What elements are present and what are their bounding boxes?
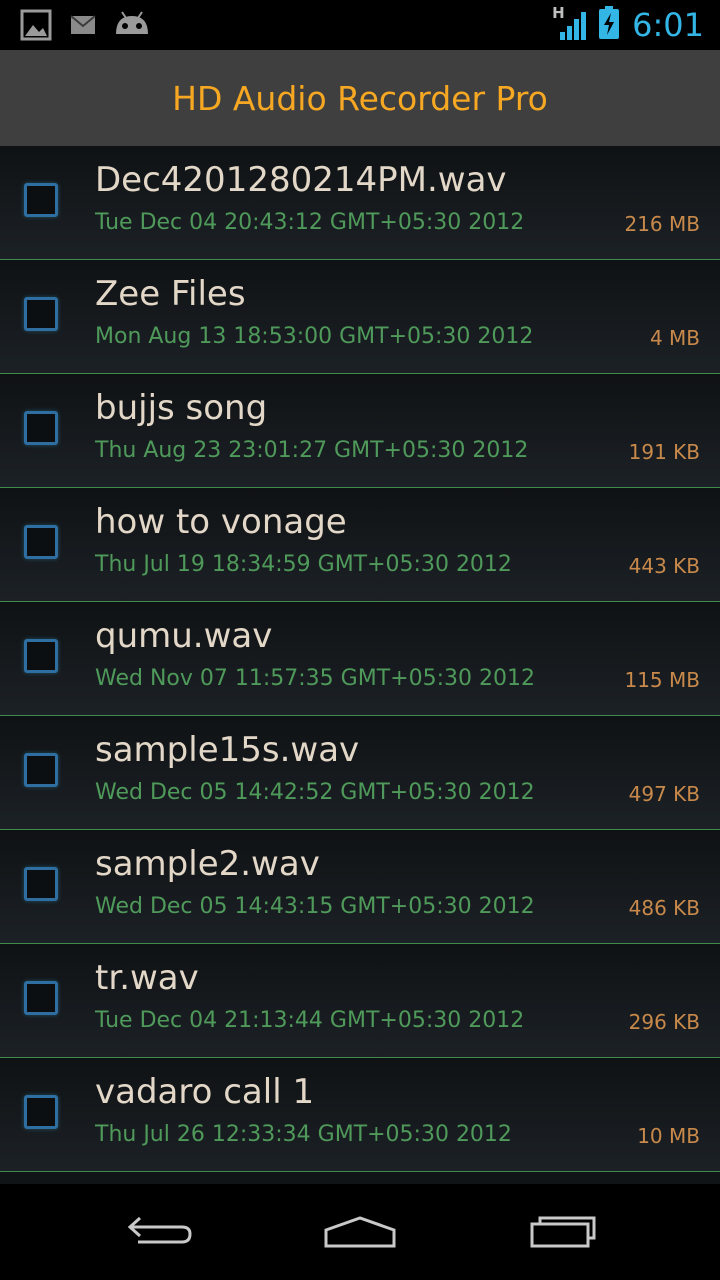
app-title: HD Audio Recorder Pro bbox=[172, 78, 548, 118]
file-row[interactable]: Zee Files Mon Aug 13 18:53:00 GMT+05:30 … bbox=[0, 260, 720, 374]
system-icons: H 6:01 bbox=[552, 4, 704, 44]
file-row[interactable]: how to vonage Thu Jul 19 18:34:59 GMT+05… bbox=[0, 488, 720, 602]
back-icon bbox=[124, 1210, 196, 1254]
file-checkbox[interactable] bbox=[24, 753, 58, 787]
file-size: 443 KB bbox=[628, 554, 700, 578]
home-button[interactable] bbox=[320, 1208, 400, 1256]
file-row[interactable]: bujjs song Thu Aug 23 23:01:27 GMT+05:30… bbox=[0, 374, 720, 488]
action-bar: HD Audio Recorder Pro bbox=[0, 50, 720, 146]
file-list[interactable]: Dec4201280214PM.wav Tue Dec 04 20:43:12 … bbox=[0, 146, 720, 1184]
file-date: Thu Jul 26 12:33:34 GMT+05:30 2012 bbox=[95, 1122, 512, 1147]
file-date: Wed Dec 05 14:43:15 GMT+05:30 2012 bbox=[95, 894, 535, 919]
android-icon bbox=[114, 10, 150, 44]
file-name: sample15s.wav bbox=[95, 730, 360, 770]
battery-charging-icon bbox=[598, 6, 620, 44]
file-checkbox[interactable] bbox=[24, 981, 58, 1015]
file-date: Mon Aug 13 18:53:00 GMT+05:30 2012 bbox=[95, 324, 534, 349]
file-checkbox[interactable] bbox=[24, 183, 58, 217]
gmail-icon bbox=[70, 14, 96, 40]
home-icon bbox=[322, 1210, 398, 1254]
file-size: 486 KB bbox=[628, 896, 700, 920]
file-size: 10 MB bbox=[637, 1124, 700, 1148]
file-name: Zee Files bbox=[95, 274, 246, 314]
status-bar: H 6:01 bbox=[0, 0, 720, 50]
file-checkbox[interactable] bbox=[24, 867, 58, 901]
file-name: tr.wav bbox=[95, 958, 199, 998]
file-checkbox[interactable] bbox=[24, 297, 58, 331]
file-size: 4 MB bbox=[649, 326, 700, 350]
file-checkbox[interactable] bbox=[24, 525, 58, 559]
file-row[interactable]: sample15s.wav Wed Dec 05 14:42:52 GMT+05… bbox=[0, 716, 720, 830]
file-name: qumu.wav bbox=[95, 616, 273, 656]
file-date: Wed Dec 05 14:42:52 GMT+05:30 2012 bbox=[95, 780, 535, 805]
file-size: 115 MB bbox=[624, 668, 700, 692]
file-size: 497 KB bbox=[628, 782, 700, 806]
file-date: Thu Jul 19 18:34:59 GMT+05:30 2012 bbox=[95, 552, 512, 577]
file-checkbox[interactable] bbox=[24, 639, 58, 673]
file-checkbox[interactable] bbox=[24, 411, 58, 445]
file-name: bujjs song bbox=[95, 388, 268, 428]
file-name: Dec4201280214PM.wav bbox=[95, 160, 507, 200]
file-date: Tue Dec 04 20:43:12 GMT+05:30 2012 bbox=[95, 210, 525, 235]
notification-icons bbox=[20, 9, 168, 45]
file-row[interactable]: qumu.wav Wed Nov 07 11:57:35 GMT+05:30 2… bbox=[0, 602, 720, 716]
back-button[interactable] bbox=[120, 1208, 200, 1256]
file-row[interactable]: vadaro call 1 Thu Jul 26 12:33:34 GMT+05… bbox=[0, 1058, 720, 1172]
file-row[interactable]: tr.wav Tue Dec 04 21:13:44 GMT+05:30 201… bbox=[0, 944, 720, 1058]
file-date: Thu Aug 23 23:01:27 GMT+05:30 2012 bbox=[95, 438, 529, 463]
recent-apps-button[interactable] bbox=[522, 1208, 602, 1256]
file-date: Wed Nov 07 11:57:35 GMT+05:30 2012 bbox=[95, 666, 535, 691]
navigation-bar bbox=[0, 1184, 720, 1280]
status-time: 6:01 bbox=[632, 6, 704, 44]
file-row[interactable]: sample2.wav Wed Dec 05 14:43:15 GMT+05:3… bbox=[0, 830, 720, 944]
file-size: 216 MB bbox=[624, 212, 700, 236]
recent-apps-icon bbox=[526, 1210, 598, 1254]
file-size: 191 KB bbox=[628, 440, 700, 464]
file-size: 296 KB bbox=[628, 1010, 700, 1034]
file-date: Tue Dec 04 21:13:44 GMT+05:30 2012 bbox=[95, 1008, 525, 1033]
file-name: vadaro call 1 bbox=[95, 1072, 315, 1112]
file-row[interactable]: Dec4201280214PM.wav Tue Dec 04 20:43:12 … bbox=[0, 146, 720, 260]
file-name: sample2.wav bbox=[95, 844, 320, 884]
file-checkbox[interactable] bbox=[24, 1095, 58, 1129]
signal-h-icon: H bbox=[552, 4, 588, 42]
picture-icon bbox=[20, 9, 52, 45]
file-name: how to vonage bbox=[95, 502, 347, 542]
